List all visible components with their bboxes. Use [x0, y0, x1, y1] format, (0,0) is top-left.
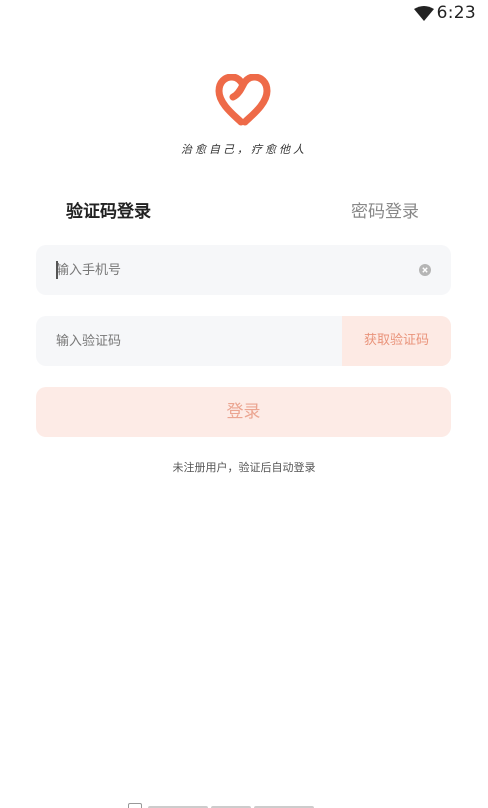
- phone-input[interactable]: [56, 245, 356, 295]
- heart-logo-icon: [215, 74, 271, 126]
- tab-sms-login[interactable]: 验证码登录: [66, 197, 151, 222]
- status-bar: 6:23: [0, 0, 488, 28]
- clear-icon[interactable]: [419, 264, 431, 276]
- slogan: 治愈自己，疗愈他人: [181, 143, 307, 156]
- tab-password-login[interactable]: 密码登录: [351, 197, 419, 222]
- phone-field: [36, 245, 451, 295]
- code-input[interactable]: [56, 316, 356, 366]
- status-time: 6:23: [436, 3, 476, 23]
- text-cursor: [56, 261, 58, 279]
- auto-register-hint: 未注册用户，验证后自动登录: [172, 461, 316, 474]
- agreement-text-cropped: [148, 801, 348, 808]
- login-button[interactable]: 登录: [36, 387, 451, 437]
- agreement-row: [128, 801, 368, 808]
- agreement-checkbox[interactable]: [128, 803, 142, 808]
- wifi-icon: [414, 6, 434, 21]
- get-code-button[interactable]: 获取验证码: [342, 316, 451, 366]
- code-field: 获取验证码: [36, 316, 451, 366]
